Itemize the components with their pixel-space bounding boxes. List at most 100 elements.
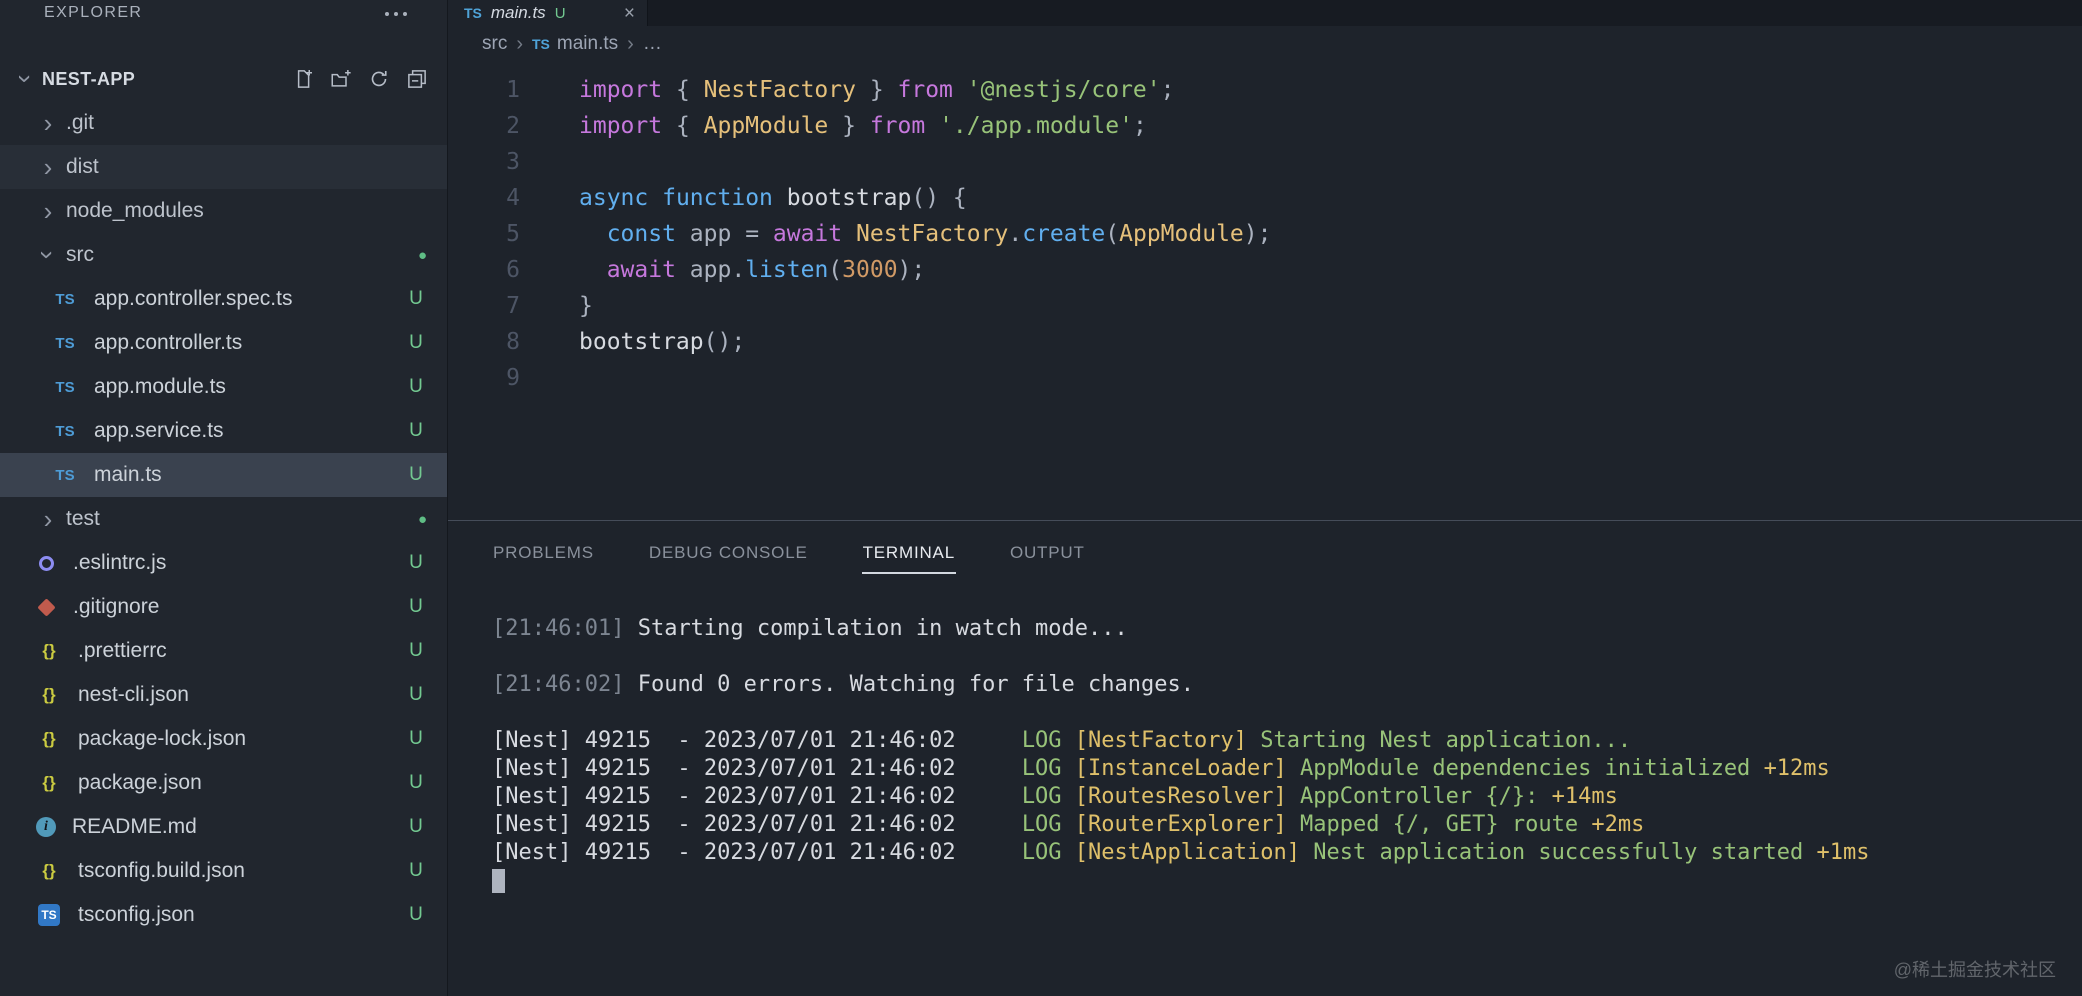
tree-item-label: test <box>66 507 100 530</box>
breadcrumb-item-src[interactable]: src <box>482 33 507 55</box>
tree-file-tsconfig.json[interactable]: TS tsconfig.json U <box>0 893 447 937</box>
code-line-3[interactable]: 3 <box>448 144 2082 180</box>
code-line-8[interactable]: 8 bootstrap(); <box>448 324 2082 360</box>
tree-item-label: main.ts <box>94 463 162 486</box>
code-token: } <box>855 77 898 103</box>
line-number[interactable]: 3 <box>448 144 520 180</box>
terminal-line-10 <box>492 867 2082 895</box>
collapse-folders-icon[interactable] <box>407 69 427 89</box>
line-number[interactable]: 2 <box>448 108 520 144</box>
code-token: AppModule <box>1119 221 1244 247</box>
code-line-content: import { AppModule } from './app.module'… <box>520 108 1147 144</box>
terminal-text-segment: [Nest] 49215 - 2023/07/01 21:46:02 <box>492 812 1022 837</box>
tree-file-.eslintrc.js[interactable]: .eslintrc.js U <box>0 541 447 585</box>
git-untracked-badge: U <box>409 728 423 749</box>
new-file-icon[interactable] <box>293 69 313 89</box>
tree-item-label: README.md <box>72 815 197 838</box>
line-number[interactable]: 1 <box>448 72 520 108</box>
line-number[interactable]: 9 <box>448 360 520 396</box>
code-line-content <box>520 360 579 396</box>
code-line-4[interactable]: 4 async function bootstrap() { <box>448 180 2082 216</box>
tree-folder-test[interactable]: › test ● <box>0 497 447 541</box>
panel-tab-output[interactable]: OUTPUT <box>1009 534 1086 574</box>
git-file-icon <box>37 597 56 617</box>
tree-item-label: app.module.ts <box>94 375 226 398</box>
code-line-5[interactable]: 5 const app = await NestFactory.create(A… <box>448 216 2082 252</box>
tree-file-app.service.ts[interactable]: TS app.service.ts U <box>0 409 447 453</box>
terminal-line-6: [Nest] 49215 - 2023/07/01 21:46:02 LOG [… <box>492 755 2082 783</box>
tree-item-label: dist <box>66 155 99 178</box>
code-token: () { <box>911 185 967 211</box>
code-line-6[interactable]: 6 await app.listen(3000); <box>448 252 2082 288</box>
code-line-2[interactable]: 2 import { AppModule } from './app.module… <box>448 108 2082 144</box>
line-number[interactable]: 7 <box>448 288 520 324</box>
code-line-content: } <box>520 288 593 324</box>
json-file-icon: {} <box>42 729 56 748</box>
tree-file-package-lock.json[interactable]: {} package-lock.json U <box>0 717 447 761</box>
breadcrumb-separator-icon: › <box>627 32 634 55</box>
json-file-icon: {} <box>42 641 56 660</box>
tree-file-tsconfig.build.json[interactable]: {} tsconfig.build.json U <box>0 849 447 893</box>
terminal-text-segment: Nest application successfully started <box>1313 840 1817 865</box>
code-token: ); <box>897 257 926 283</box>
terminal-text-segment: Mapped {/, GET} route <box>1299 812 1592 837</box>
tree-folder-dist[interactable]: › dist <box>0 145 447 189</box>
chevron-right-icon: › <box>43 152 53 182</box>
tree-file-.prettierrc[interactable]: {} .prettierrc U <box>0 629 447 673</box>
tree-file-nest-cli.json[interactable]: {} nest-cli.json U <box>0 673 447 717</box>
code-token: await <box>606 257 676 283</box>
chevron-down-icon: › <box>33 250 63 260</box>
tree-folder-.git[interactable]: › .git <box>0 101 447 145</box>
code-line-7[interactable]: 7} <box>448 288 2082 324</box>
explorer-sidebar: EXPLORER › NEST-APP › .git › dist › node… <box>0 0 448 996</box>
code-line-content: const app = await NestFactory.create(App… <box>520 216 1272 252</box>
json-file-icon: {} <box>42 685 56 704</box>
editor-region: TS main.ts U × src › TS main.ts › … 1 imp… <box>448 0 2082 996</box>
new-folder-icon[interactable] <box>331 69 351 89</box>
code-token: const <box>606 221 676 247</box>
code-token: } <box>579 293 593 319</box>
tree-file-package.json[interactable]: {} package.json U <box>0 761 447 805</box>
close-icon[interactable]: × <box>624 4 635 23</box>
tree-file-main.ts[interactable]: TS main.ts U <box>0 453 447 497</box>
panel-tab-terminal[interactable]: TERMINAL <box>861 534 956 574</box>
terminal-line-1: [21:46:01] Starting compilation in watch… <box>492 615 2082 643</box>
json-file-icon: {} <box>42 861 56 880</box>
tree-file-app.controller.ts[interactable]: TS app.controller.ts U <box>0 321 447 365</box>
panel-tab-problems[interactable]: PROBLEMS <box>492 534 595 574</box>
code-token: async <box>579 185 649 211</box>
code-line-9[interactable]: 9 <box>448 360 2082 396</box>
editor-tab-bar: TS main.ts U × <box>448 0 2082 26</box>
refresh-icon[interactable] <box>369 69 389 89</box>
code-line-1[interactable]: 1 import { NestFactory } from '@nestjs/co… <box>448 72 2082 108</box>
terminal-text-segment: [InstanceLoader] <box>1074 756 1300 781</box>
line-number[interactable]: 4 <box>448 180 520 216</box>
more-actions-icon[interactable] <box>385 12 407 16</box>
git-untracked-badge: U <box>409 552 423 573</box>
line-number[interactable]: 8 <box>448 324 520 360</box>
tree-file-README.md[interactable]: i README.md U <box>0 805 447 849</box>
line-number[interactable]: 6 <box>448 252 520 288</box>
line-number[interactable]: 5 <box>448 216 520 252</box>
code-line-content: await app.listen(3000); <box>520 252 926 288</box>
tree-folder-node_modules[interactable]: › node_modules <box>0 189 447 233</box>
terminal-text-segment: [Nest] 49215 - 2023/07/01 21:46:02 <box>492 728 1022 753</box>
panel-tab-debug-console[interactable]: DEBUG CONSOLE <box>648 534 809 574</box>
json-file-icon: {} <box>42 773 56 792</box>
tree-file-.gitignore[interactable]: .gitignore U <box>0 585 447 629</box>
workspace-header[interactable]: › NEST-APP <box>0 57 447 101</box>
breadcrumb-item-main-ts[interactable]: TS main.ts <box>532 33 618 55</box>
tree-file-app.module.ts[interactable]: TS app.module.ts U <box>0 365 447 409</box>
tab-main-ts[interactable]: TS main.ts U × <box>448 0 648 26</box>
code-editor[interactable]: 1 import { NestFactory } from '@nestjs/co… <box>448 62 2082 520</box>
tree-file-app.controller.spec.ts[interactable]: TS app.controller.spec.ts U <box>0 277 447 321</box>
tree-folder-src[interactable]: › src ● <box>0 233 447 277</box>
terminal-output[interactable]: [21:46:01] Starting compilation in watch… <box>448 587 2082 996</box>
terminal-line-7: [Nest] 49215 - 2023/07/01 21:46:02 LOG [… <box>492 783 2082 811</box>
terminal-text-segment: Starting compilation in watch mode... <box>637 616 1128 641</box>
breadcrumb-ellipsis[interactable]: … <box>643 33 662 55</box>
terminal-text-segment: +2ms <box>1591 812 1645 837</box>
terminal-text-segment: LOG <box>1021 728 1075 753</box>
tab-git-badge: U <box>554 4 566 22</box>
